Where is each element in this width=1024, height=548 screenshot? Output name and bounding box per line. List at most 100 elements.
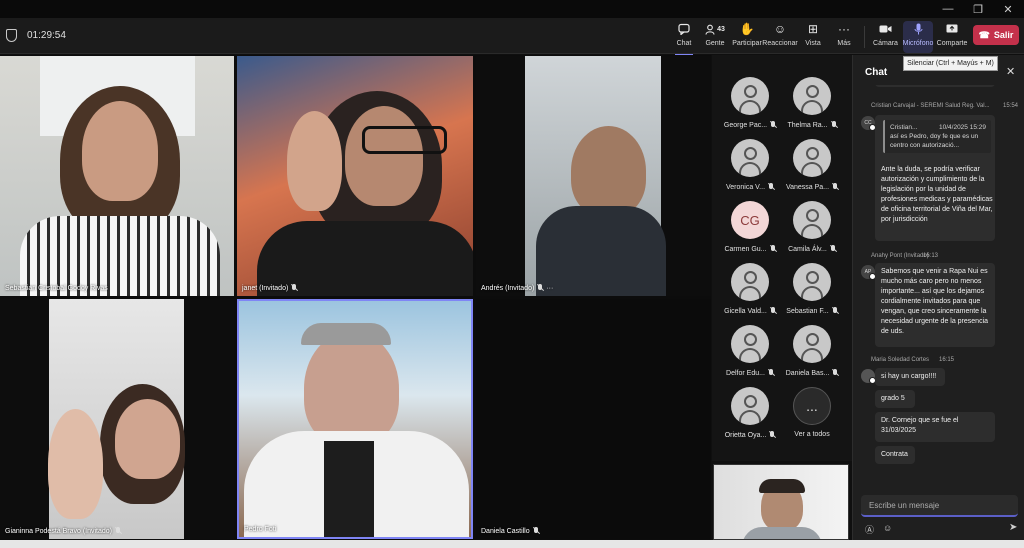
avatar: CG bbox=[731, 201, 769, 239]
mic-off-icon bbox=[830, 245, 836, 253]
video-tile-active-speaker[interactable]: Pedro Foti bbox=[237, 299, 473, 539]
message-text: Dr. Cornejo que se fue el 31/03/2025 bbox=[875, 412, 995, 442]
mic-off-icon bbox=[769, 431, 775, 439]
participant-name: Pedro Foti bbox=[244, 526, 277, 533]
more-button[interactable]: ··· Más bbox=[835, 21, 853, 53]
close-icon[interactable]: ✕ bbox=[1006, 65, 1015, 78]
chat-icon bbox=[678, 21, 690, 37]
mic-off-icon bbox=[832, 307, 838, 315]
avatar bbox=[793, 139, 831, 177]
avatar bbox=[861, 369, 876, 384]
react-button[interactable]: ☺ Reaccionar bbox=[762, 21, 797, 53]
restore-icon[interactable]: ❐ bbox=[963, 0, 993, 18]
video-tile[interactable]: Andrés (Invitado) ··· bbox=[476, 56, 711, 296]
quoted-message[interactable]: Cristian... 10/4/2025 15:29 así es Pedro,… bbox=[883, 120, 991, 153]
avatar bbox=[731, 325, 769, 363]
roster-participant[interactable]: Veronica V... bbox=[719, 139, 781, 199]
shield-icon bbox=[6, 29, 17, 42]
camera-button[interactable]: Cámara bbox=[873, 21, 898, 53]
emoji-icon[interactable]: ☺ bbox=[883, 523, 892, 536]
grid-icon: ⊞ bbox=[807, 22, 819, 36]
view-all-button[interactable]: ... Ver a todos bbox=[781, 387, 843, 447]
avatar bbox=[731, 77, 769, 115]
leave-button[interactable]: ☎ Salir bbox=[973, 25, 1019, 45]
roster-participant[interactable]: Camila Álv... bbox=[781, 201, 843, 261]
mic-off-icon bbox=[832, 183, 838, 191]
message-text: Contrata bbox=[875, 446, 915, 464]
roster-participant[interactable]: Delfor Edu... bbox=[719, 325, 781, 385]
toolbar-divider bbox=[864, 26, 865, 48]
mic-off-icon bbox=[832, 369, 838, 377]
roster-participant[interactable]: Orietta Oya... bbox=[719, 387, 781, 447]
chat-panel: Chat ✕ Cristian Carvajal - SEREMI Salud … bbox=[852, 55, 1024, 540]
meeting-timer: 01:29:54 bbox=[27, 30, 66, 41]
meeting-toolbar: 01:29:54 Chat 43 Gente ✋ Participar ☺ Re… bbox=[0, 18, 1024, 56]
message-text: Sabemos que venir a Rapa Nui es mucho má… bbox=[875, 263, 995, 347]
raise-hand-button[interactable]: ✋ Participar bbox=[732, 21, 762, 53]
avatar: AP bbox=[861, 265, 876, 280]
roster-participant[interactable]: Gicella Vald... bbox=[719, 263, 781, 323]
roster-participant[interactable]: Daniela Bas... bbox=[781, 325, 843, 385]
share-icon bbox=[946, 21, 958, 37]
mic-off-icon bbox=[831, 121, 837, 129]
message-meta: Maria Soledad Cortes 16:15 bbox=[871, 357, 955, 363]
minimize-icon[interactable]: — bbox=[933, 0, 963, 18]
close-window-icon[interactable]: ✕ bbox=[993, 0, 1023, 18]
video-grid: Sebastian Cristobal Godoy Rivas janet (I… bbox=[0, 55, 711, 540]
mic-off-icon bbox=[533, 527, 539, 535]
avatar: CC bbox=[861, 116, 876, 131]
chat-title: Chat bbox=[865, 67, 888, 78]
mic-off-icon bbox=[770, 245, 776, 253]
avatar bbox=[793, 325, 831, 363]
message-text: Ante la duda, se podría verificar autori… bbox=[881, 166, 993, 223]
roster-participant[interactable]: Vanessa Pa... bbox=[781, 139, 843, 199]
participant-name: Sebastian Cristobal Godoy Rivas bbox=[5, 285, 108, 292]
share-button[interactable]: Comparte bbox=[937, 21, 967, 53]
roster-participant[interactable]: CG Carmen Gu... bbox=[719, 201, 781, 261]
participant-video bbox=[571, 126, 646, 216]
microphone-button[interactable]: Micrófono bbox=[903, 21, 933, 53]
roster-participant[interactable]: Thelma Ra... bbox=[781, 77, 843, 137]
avatar bbox=[731, 263, 769, 301]
roster-participant[interactable]: Sebastian F... bbox=[781, 263, 843, 323]
view-button[interactable]: ⊞ Vista bbox=[803, 21, 823, 53]
video-tile[interactable]: Daniela Castillo bbox=[476, 299, 711, 539]
mic-tooltip: Silenciar (Ctrl + Mayús + M) bbox=[903, 56, 998, 71]
avatar bbox=[793, 263, 831, 301]
participant-name: Gianinna Podestá Bravo (Invitado) bbox=[5, 527, 113, 535]
video-tile[interactable]: Sebastian Cristobal Godoy Rivas bbox=[0, 56, 234, 296]
format-icon[interactable]: Ⓐ bbox=[865, 523, 874, 536]
avatar bbox=[793, 201, 831, 239]
participant-roster: George Pac... Thelma Ra... Veronica V...… bbox=[712, 55, 852, 461]
people-button[interactable]: 43 Gente bbox=[702, 21, 728, 53]
mic-off-icon bbox=[537, 284, 543, 292]
mic-off-icon bbox=[291, 284, 297, 292]
smile-icon: ☺ bbox=[773, 22, 787, 36]
roster-participant[interactable]: George Pac... bbox=[719, 77, 781, 137]
mic-off-icon bbox=[768, 183, 774, 191]
mic-off-icon bbox=[770, 307, 776, 315]
self-view-video[interactable] bbox=[713, 464, 849, 540]
window-titlebar: — ❐ ✕ bbox=[0, 0, 1024, 18]
video-tile[interactable]: janet (Invitado) bbox=[237, 56, 473, 296]
mic-off-icon bbox=[770, 121, 776, 129]
microphone-icon bbox=[914, 21, 923, 37]
participant-name: Daniela Castillo bbox=[481, 527, 530, 535]
hand-icon: ✋ bbox=[739, 22, 755, 36]
message-bubble bbox=[875, 85, 995, 87]
send-icon[interactable]: ➤ bbox=[1009, 522, 1017, 533]
avatar bbox=[793, 77, 831, 115]
mic-off-icon bbox=[115, 527, 121, 535]
ellipsis-icon[interactable]: ··· bbox=[546, 285, 553, 292]
video-tile[interactable]: Gianinna Podestá Bravo (Invitado) bbox=[0, 299, 234, 539]
taskbar-strip bbox=[0, 540, 1024, 548]
message-input[interactable]: Escribe un mensaje bbox=[861, 495, 1018, 517]
message-meta: Cristian Carvajal - SEREMI Salud Reg. Va… bbox=[871, 103, 1019, 109]
message-meta: Anahy Pont (Invitado) 16:13 bbox=[871, 253, 939, 259]
message-text: grado 5 bbox=[875, 390, 915, 408]
chat-messages: Cristian Carvajal - SEREMI Salud Reg. Va… bbox=[853, 85, 1024, 517]
phone-hangup-icon: ☎ bbox=[978, 29, 990, 40]
chat-button[interactable]: Chat bbox=[673, 21, 695, 56]
mic-off-icon bbox=[768, 369, 774, 377]
people-icon: 43 bbox=[705, 21, 725, 37]
